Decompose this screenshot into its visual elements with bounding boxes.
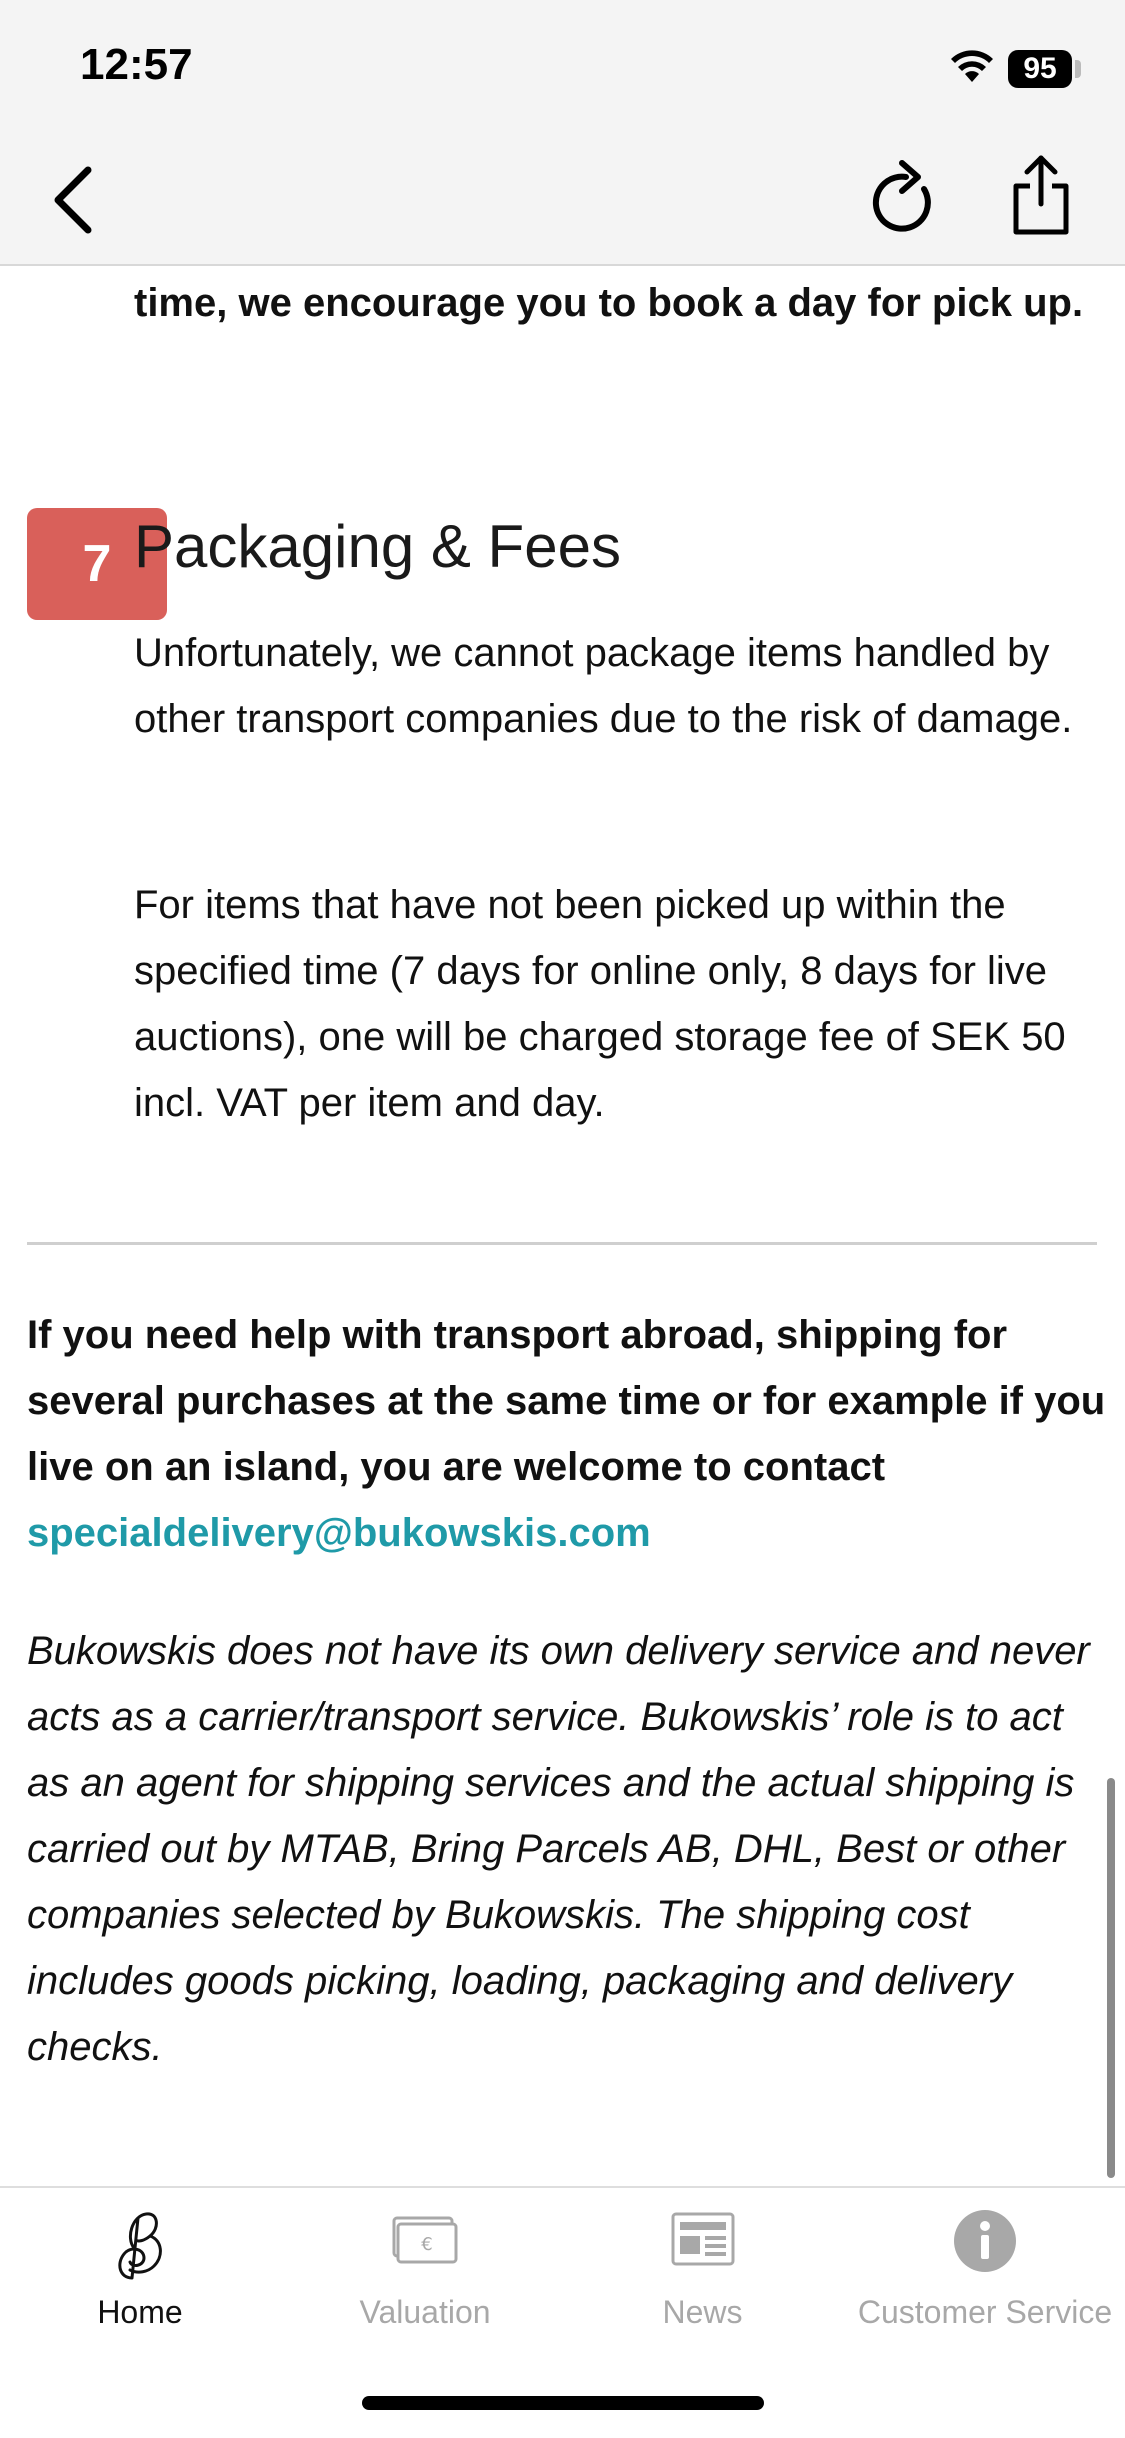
reload-button[interactable] [868,155,944,245]
tab-news[interactable]: News [600,2198,805,2348]
back-button[interactable] [44,160,114,240]
tab-valuation-label: Valuation [359,2294,491,2330]
home-indicator[interactable] [362,2396,764,2410]
status-time: 12:57 [80,40,193,89]
share-button[interactable] [1006,150,1076,240]
tab-customer-service[interactable]: Customer Service [850,2198,1120,2348]
tab-home[interactable]: Home [40,2198,240,2348]
info-icon [954,2210,1016,2272]
scrollbar[interactable] [1107,1778,1115,2178]
share-icon [1013,155,1069,235]
help-paragraph: If you need help with transport abroad, … [27,1302,1107,1566]
help-text: If you need help with transport abroad, … [27,1313,1106,1489]
tab-home-label: Home [97,2294,183,2330]
packaging-paragraph: Unfortunately, we cannot package items h… [134,631,1073,741]
section-divider [27,1242,1097,1245]
tab-customer-service-label: Customer Service [857,2294,1113,2330]
section-title: Packaging & Fees [134,513,621,580]
chevron-left-icon [54,166,92,234]
special-delivery-email-link[interactable]: specialdelivery@bukowskis.com [27,1511,651,1555]
battery-level: 95 [1008,50,1072,88]
svg-text:€: € [421,2234,432,2255]
lead-text: time, we encourage you to book a day for… [134,281,1084,325]
tab-valuation[interactable]: € Valuation [320,2198,530,2348]
battery-cap [1075,60,1081,78]
disclaimer-text: Bukowskis does not have its own delivery… [27,1629,1090,2069]
bukowskis-logo-icon [118,2212,162,2280]
storage-fee-paragraph: For items that have not been picked up w… [134,883,1066,1125]
news-icon [671,2212,734,2266]
wifi-icon [948,44,996,89]
tab-news-label: News [662,2294,743,2330]
valuation-icon: € [392,2216,458,2264]
reload-icon [872,160,931,232]
navigation-bar [0,140,1125,266]
